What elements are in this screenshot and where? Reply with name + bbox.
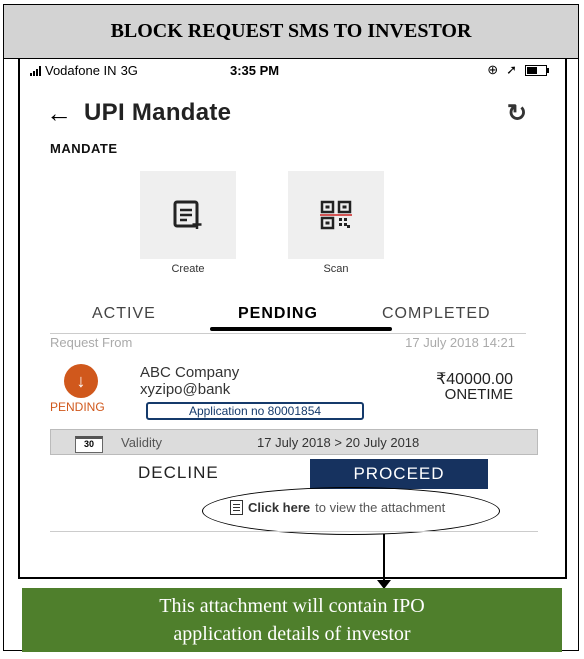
payee-vpa: xyzipo@bank xyxy=(140,381,231,398)
scan-qr-button[interactable] xyxy=(288,171,384,259)
status-right: ⊕ ➚ xyxy=(487,62,549,78)
app-header: ← UPI Mandate xyxy=(46,99,231,127)
attachment-doc-icon xyxy=(230,500,243,515)
qr-code-icon xyxy=(320,200,352,230)
decline-button[interactable]: DECLINE xyxy=(138,463,219,483)
validity-bar: 30 Validity 17 July 2018 > 20 July 2018 xyxy=(50,429,538,455)
location-icon: ➚ xyxy=(506,62,517,77)
caption-line-2: application details of investor xyxy=(173,623,411,645)
status-badge: PENDING xyxy=(50,400,105,414)
request-from-label: Request From xyxy=(50,335,133,350)
page-title: UPI Mandate xyxy=(84,99,232,126)
attachment-link[interactable]: Click here to view the attachment xyxy=(230,500,445,515)
caption-line-1: This attachment will contain IPO xyxy=(159,595,425,617)
calendar-icon: 30 xyxy=(75,436,103,453)
attachment-text: to view the attachment xyxy=(315,500,446,515)
callout-connector xyxy=(383,534,385,584)
mandate-tabs: ACTIVE PENDING COMPLETED xyxy=(50,305,526,334)
phone-screenshot: Vodafone IN 3G 3:35 PM ⊕ ➚ ← UPI Mandate… xyxy=(18,59,567,579)
request-datetime: 17 July 2018 14:21 xyxy=(405,335,515,350)
tab-completed[interactable]: COMPLETED xyxy=(382,305,491,323)
click-here-link[interactable]: Click here xyxy=(248,500,310,515)
figure-title: BLOCK REQUEST SMS TO INVESTOR xyxy=(4,5,578,59)
carrier-name: Vodafone IN xyxy=(45,63,117,78)
create-label: Create xyxy=(171,263,205,275)
pending-arrow-icon: ↓ xyxy=(64,364,98,398)
network-type: 3G xyxy=(120,63,138,78)
application-number: Application no 80001854 xyxy=(146,402,364,420)
battery-icon xyxy=(525,64,549,76)
create-mandate-button[interactable] xyxy=(140,171,236,259)
proceed-button[interactable]: PROCEED xyxy=(310,459,488,489)
signal-icon xyxy=(30,65,41,76)
scan-label: Scan xyxy=(323,263,349,275)
lock-rotation-icon: ⊕ xyxy=(487,62,499,77)
divider xyxy=(50,531,538,532)
status-left: Vodafone IN 3G xyxy=(30,63,138,78)
validity-range: 17 July 2018 > 20 July 2018 xyxy=(257,435,420,450)
mandate-frequency: ONETIME xyxy=(444,386,513,403)
clock: 3:35 PM xyxy=(230,63,280,78)
create-doc-icon xyxy=(173,200,202,229)
back-arrow-icon[interactable]: ← xyxy=(46,100,72,126)
section-label: MANDATE xyxy=(50,141,118,156)
validity-label: Validity xyxy=(121,435,162,450)
payee-company: ABC Company xyxy=(140,364,240,381)
tab-active[interactable]: ACTIVE xyxy=(92,305,156,323)
tab-pending[interactable]: PENDING xyxy=(238,305,318,323)
caption-box: This attachment will contain IPO applica… xyxy=(22,588,562,652)
tab-selected-indicator xyxy=(210,327,392,331)
status-bar: Vodafone IN 3G 3:35 PM ⊕ ➚ xyxy=(20,59,565,83)
refresh-icon[interactable]: ↻ xyxy=(507,99,527,128)
